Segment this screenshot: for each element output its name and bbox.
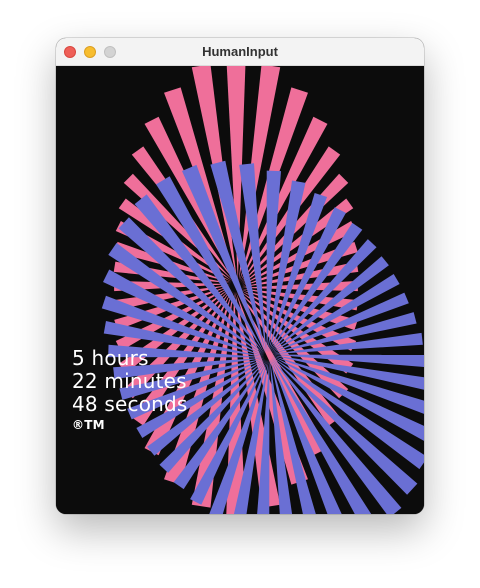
hours-label: 5 hours [72, 346, 149, 370]
trademark-label: ®TM [72, 418, 105, 432]
elapsed-time: 5 hours 22 minutes 48 seconds ®TM [72, 347, 188, 433]
spiral-artwork [101, 66, 424, 514]
title-bar[interactable]: HumanInput [56, 38, 424, 66]
minutes-label: 22 minutes [72, 369, 187, 393]
seconds-label: 48 seconds [72, 392, 188, 416]
desktop: HumanInput 5 hours 22 minutes 48 seconds… [0, 0, 480, 588]
canvas-area: 5 hours 22 minutes 48 seconds ®TM [56, 66, 424, 514]
app-window: HumanInput 5 hours 22 minutes 48 seconds… [56, 38, 424, 514]
window-title: HumanInput [202, 44, 278, 59]
